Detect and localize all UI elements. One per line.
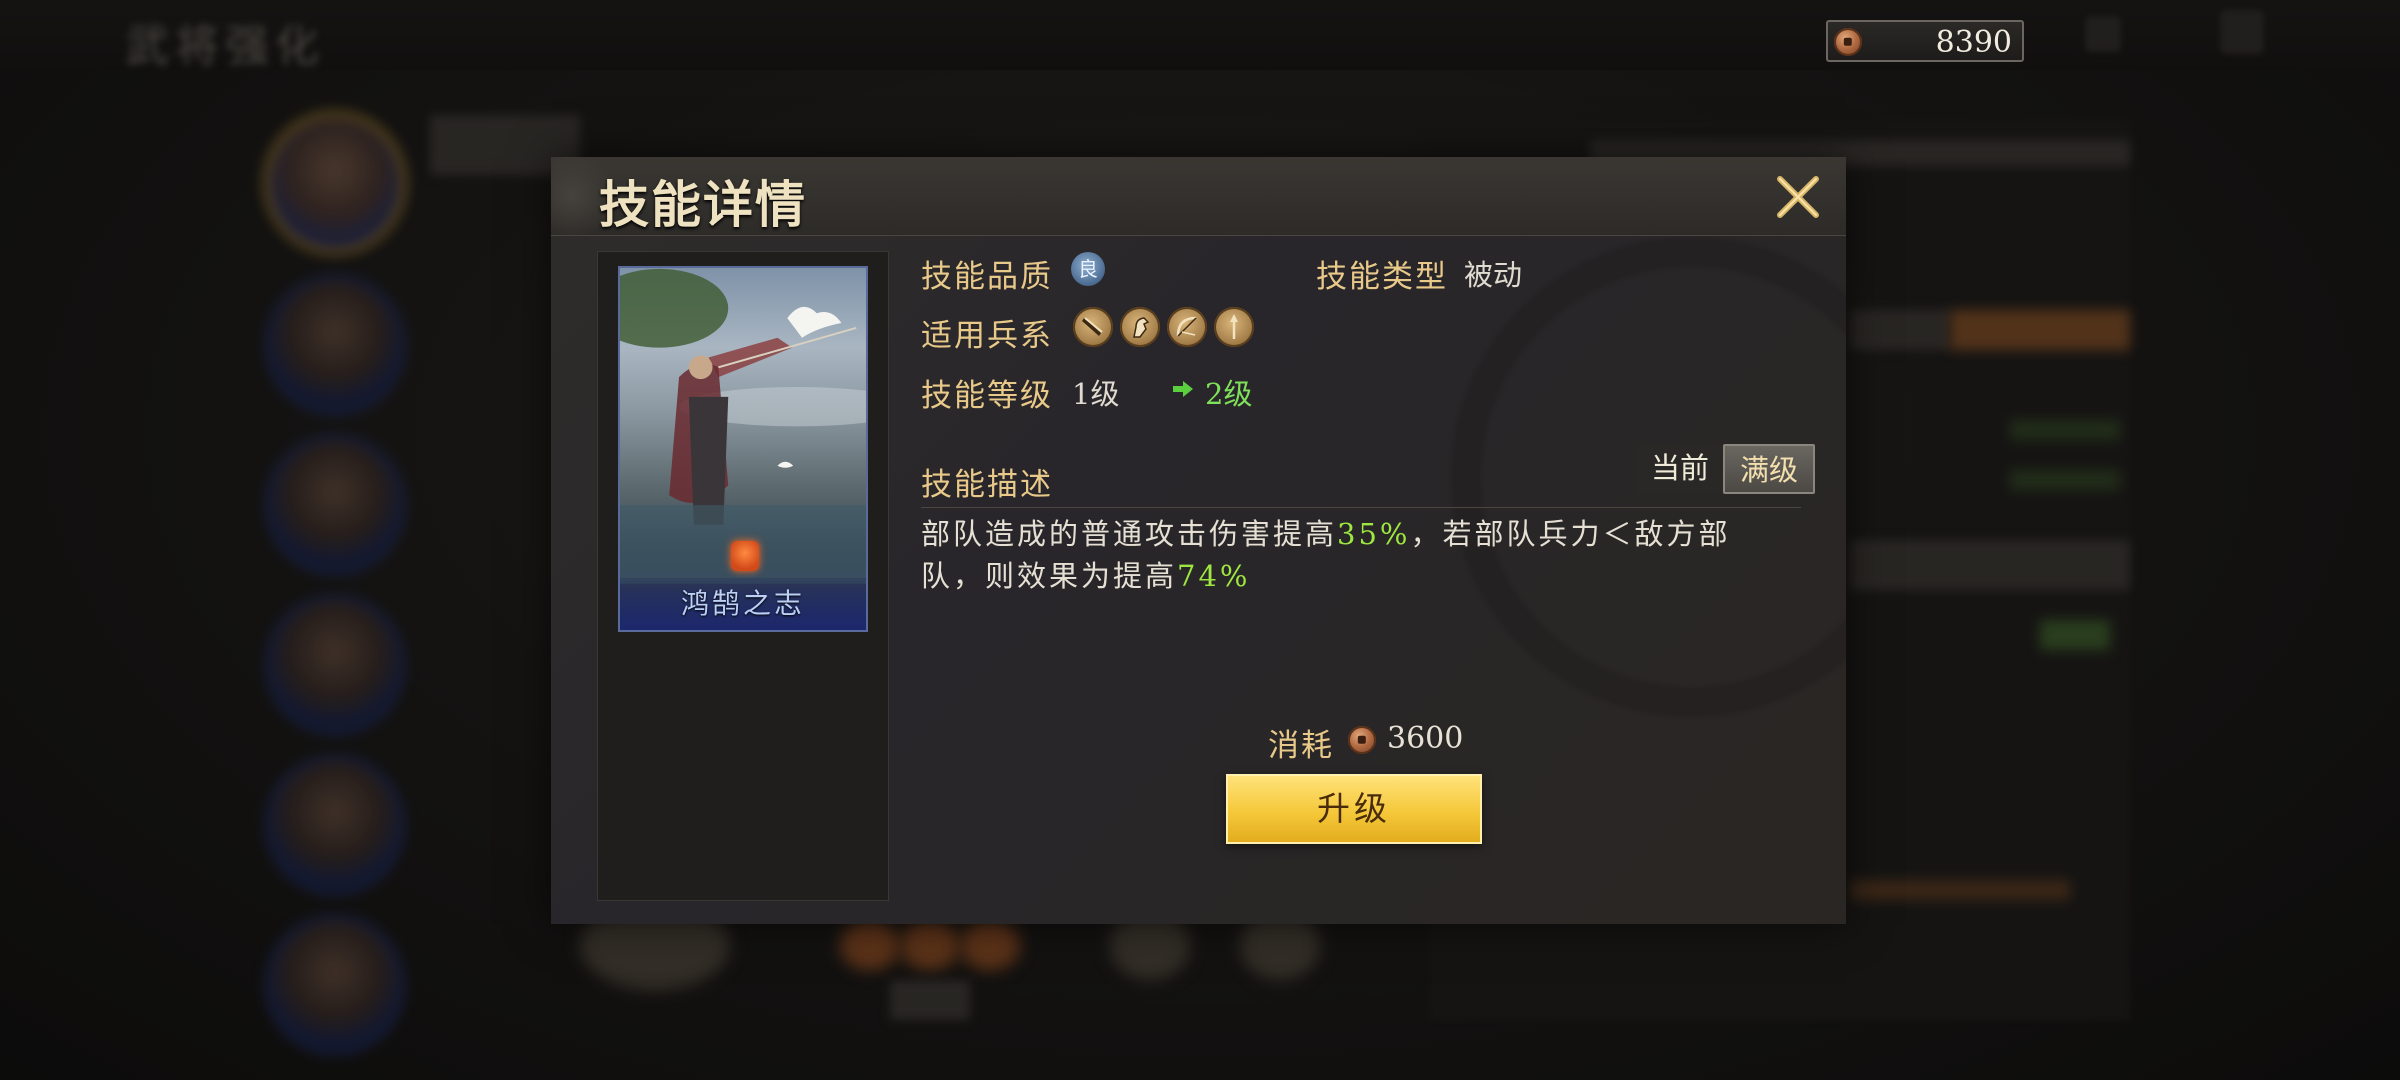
dialog-title: 技能详情 <box>599 175 807 234</box>
quality-badge-icon: 良 <box>1071 252 1105 286</box>
currency-amount: 8390 <box>1935 25 2012 60</box>
currency-display: 8390 <box>1826 20 2024 62</box>
bow-icon <box>1167 307 1207 347</box>
skill-card: 鸿鹄之志 <box>618 266 868 632</box>
skill-card-artwork <box>620 268 866 584</box>
skill-level-next: 2级 <box>1205 377 1253 411</box>
upgrade-button[interactable]: 升级 <box>1226 774 1482 844</box>
skill-type-label: 技能类型 <box>1316 259 1448 295</box>
skill-description-label: 技能描述 <box>921 467 1053 503</box>
spear-icon <box>1214 307 1254 347</box>
copper-coin-icon <box>1834 28 1862 56</box>
tab-current[interactable]: 当前 <box>1637 444 1723 494</box>
skill-name: 鸿鹄之志 <box>680 587 805 620</box>
upgrade-button-label: 升级 <box>1317 789 1391 828</box>
cost-label: 消耗 <box>1268 728 1334 764</box>
arrow-right-icon <box>1173 381 1193 397</box>
troop-type-label: 适用兵系 <box>921 318 1053 354</box>
horse-icon <box>1120 307 1160 347</box>
skill-description-text: 部队造成的普通攻击伤害提高35%，若部队兵力＜敌方部队，则效果为提高74% <box>921 513 1741 597</box>
dialog-header: 技能详情 <box>551 157 1846 236</box>
description-value-enhanced: 74% <box>1177 559 1251 593</box>
skill-type-value: 被动 <box>1464 258 1523 292</box>
skill-detail-dialog: 技能详情 鸿鹄之志 技能品质 良 技能类型 被动 适用兵系 技能等级 1级 2级… <box>551 157 1846 924</box>
blade-icon <box>1073 307 1113 347</box>
description-text: 部队造成的普通攻击伤害提高 <box>921 517 1338 551</box>
skill-level-label: 技能等级 <box>921 378 1053 414</box>
cost-value: 3600 <box>1387 721 1464 756</box>
skill-seal-icon <box>731 541 759 571</box>
description-divider <box>921 507 1801 508</box>
close-button[interactable] <box>1770 169 1826 225</box>
skill-card-column: 鸿鹄之志 <box>597 251 889 901</box>
tab-max-level[interactable]: 满级 <box>1723 444 1815 494</box>
close-icon <box>1777 176 1819 218</box>
skill-level-current: 1级 <box>1072 377 1120 411</box>
description-value-normal: 35% <box>1337 517 1411 551</box>
skill-quality-label: 技能品质 <box>921 259 1053 295</box>
copper-coin-icon <box>1348 726 1376 754</box>
